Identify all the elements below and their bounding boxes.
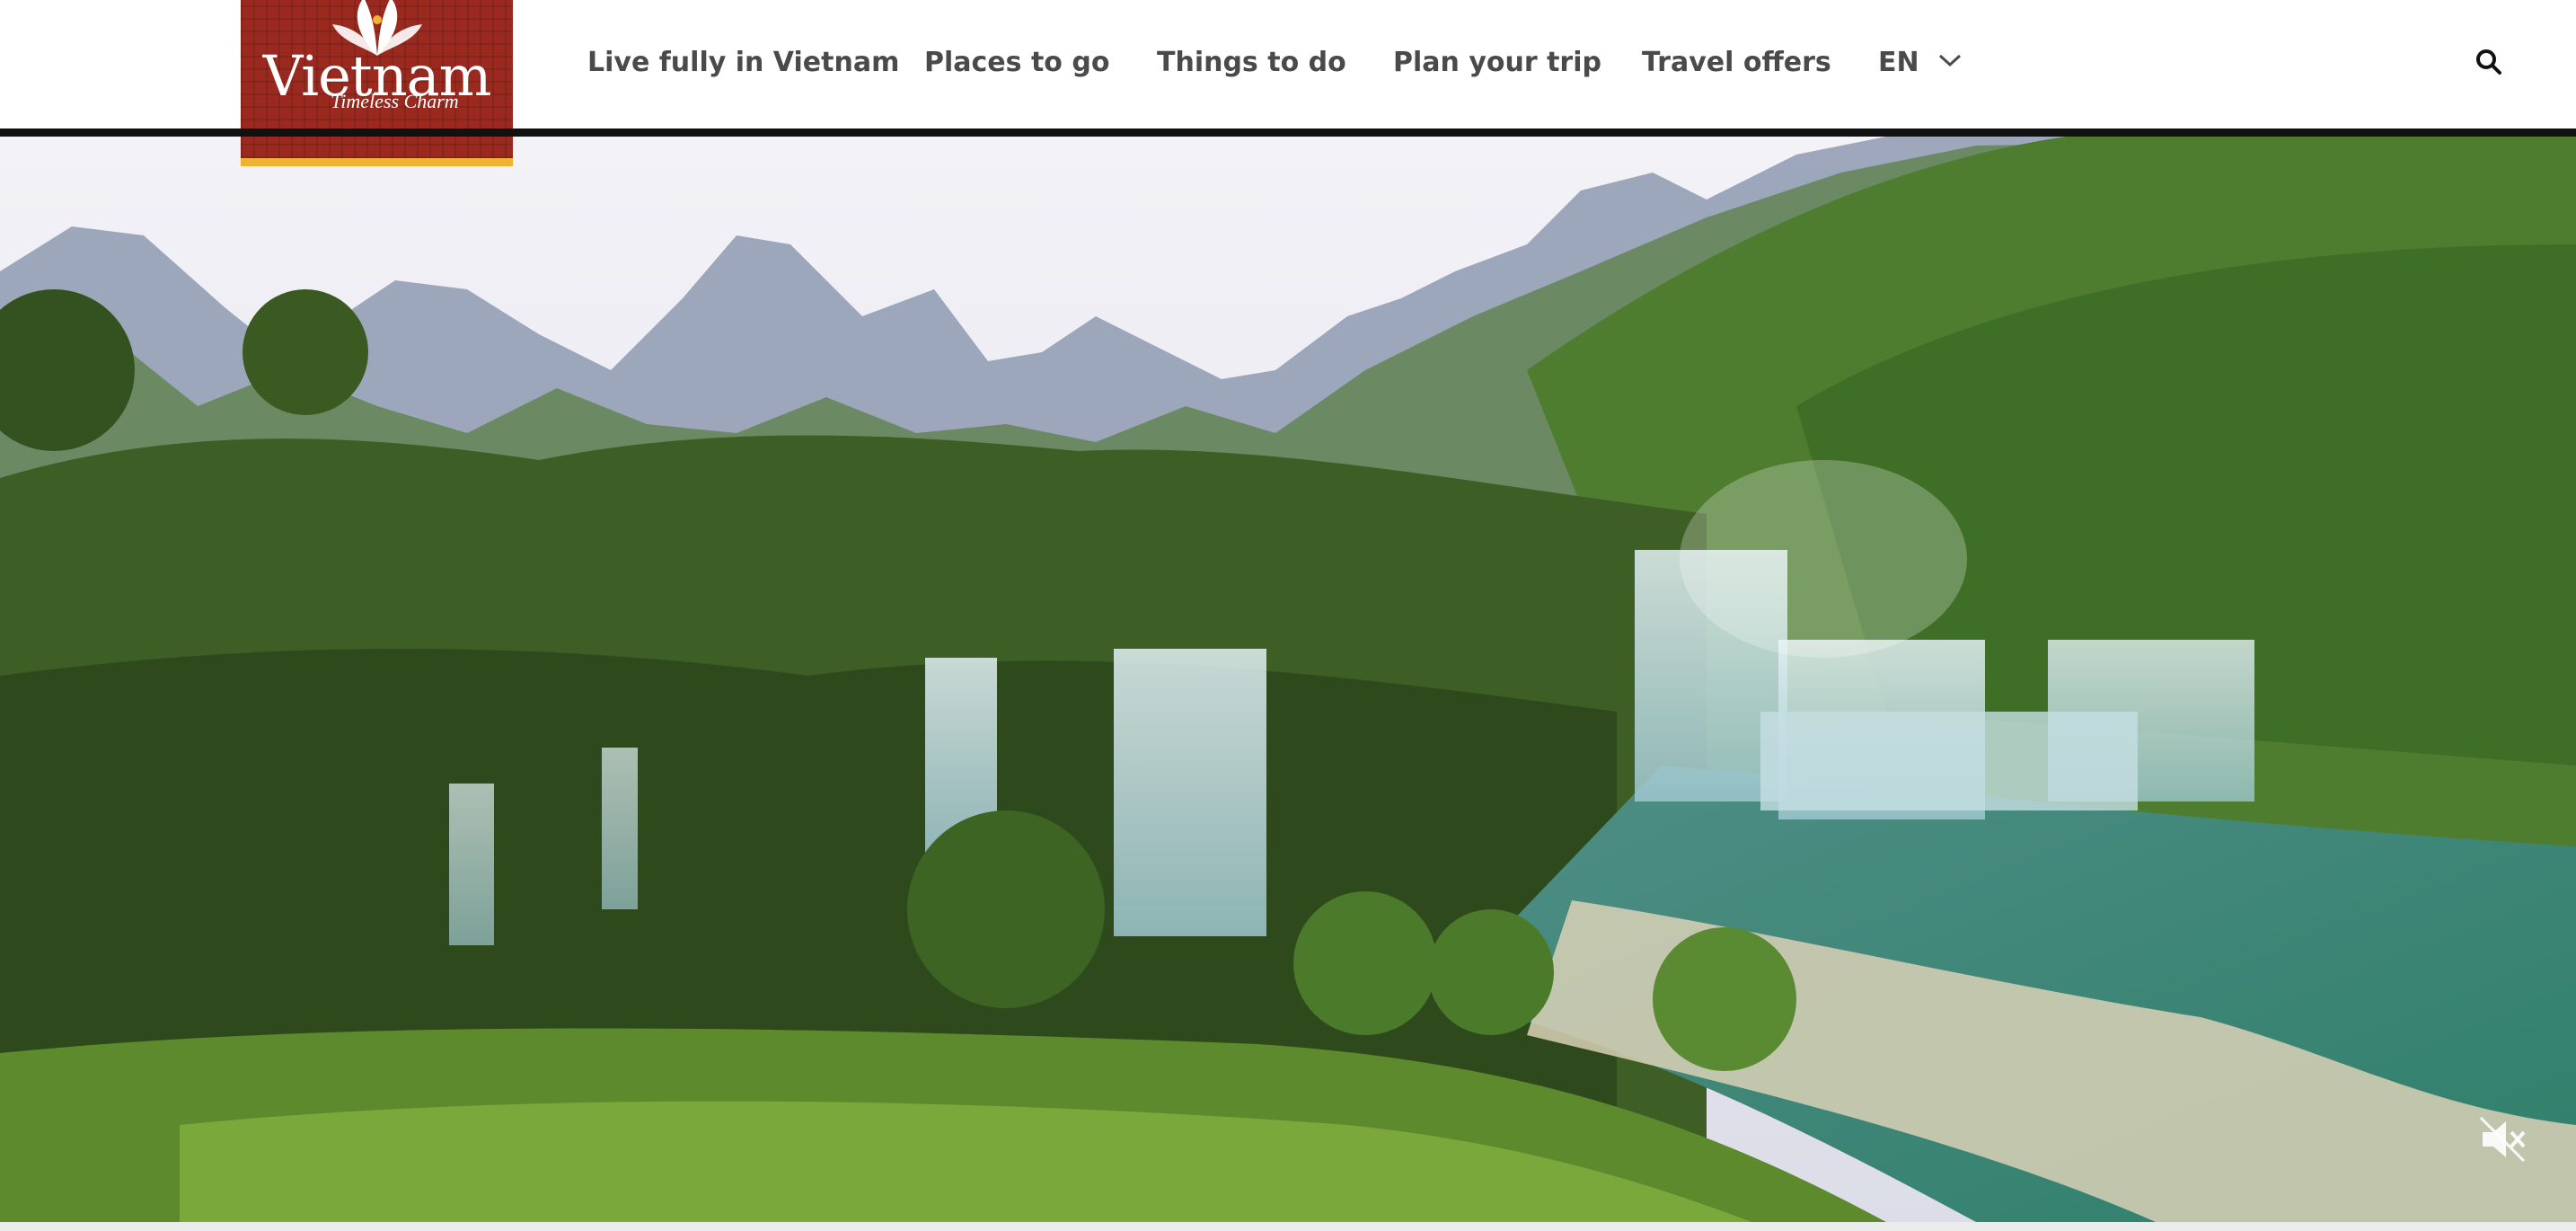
logo-tagline: Timeless Charm <box>331 90 459 112</box>
hero-video[interactable] <box>0 137 2576 1222</box>
volume-muted-icon[interactable] <box>2477 1114 2527 1165</box>
nav-travel-offers[interactable]: Travel offers <box>1642 47 1831 78</box>
nav-places-to-go[interactable]: Places to go <box>924 47 1109 78</box>
site-header: Vietnam Timeless Charm Live fully in Vie… <box>0 0 2576 166</box>
nav-plan-your-trip[interactable]: Plan your trip <box>1393 47 1601 78</box>
chevron-down-icon[interactable] <box>1937 50 1963 70</box>
nav-things-to-do[interactable]: Things to do <box>1157 47 1346 78</box>
page-bottom-strip <box>0 1222 2576 1231</box>
nav-live-fully[interactable]: Live fully in Vietnam <box>587 47 899 78</box>
vietnam-logo[interactable]: Vietnam Timeless Charm <box>241 0 513 166</box>
hero-landscape-image <box>0 137 2576 1222</box>
header-divider <box>0 128 2576 137</box>
language-selector[interactable]: EN <box>1878 47 1919 78</box>
search-icon[interactable] <box>2475 49 2502 75</box>
